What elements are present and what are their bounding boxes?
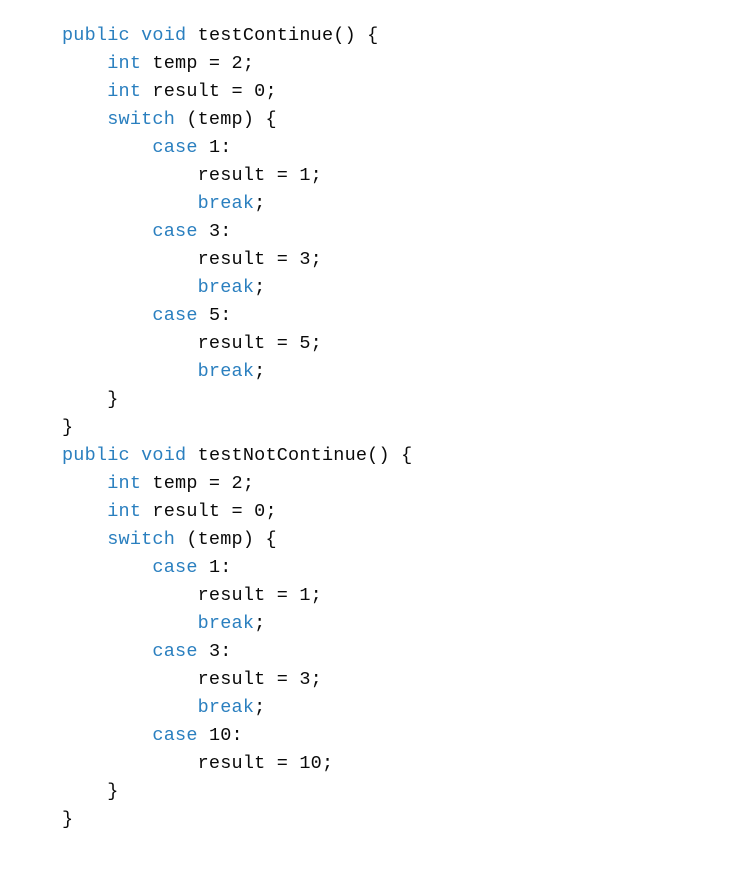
code-token [62,529,107,550]
code-token [62,725,152,746]
keyword-token: int [107,53,141,74]
code-token [62,361,198,382]
code-token [62,193,198,214]
keyword-token: case [152,557,197,578]
keyword-token: void [141,25,186,46]
code-token [62,109,107,130]
code-token: ; [254,697,265,718]
code-token [62,137,152,158]
code-token: result = 5; [62,333,322,354]
code-token: ; [254,613,265,634]
code-token: } [62,417,73,438]
code-token [62,641,152,662]
code-token [62,473,107,494]
keyword-token: break [198,277,255,298]
keyword-token: case [152,137,197,158]
keyword-token: case [152,725,197,746]
keyword-token: void [141,445,186,466]
code-token [62,277,198,298]
keyword-token: break [198,193,255,214]
code-token: testContinue() { [186,25,378,46]
code-token [62,221,152,242]
code-token [130,25,141,46]
code-token: result = 0; [141,81,277,102]
keyword-token: int [107,81,141,102]
code-token: 1: [198,557,232,578]
code-token [62,613,198,634]
code-token: result = 3; [62,669,322,690]
code-token [130,445,141,466]
keyword-token: break [198,613,255,634]
keyword-token: break [198,361,255,382]
code-token: result = 1; [62,585,322,606]
code-token: temp = 2; [141,473,254,494]
code-token: 1: [198,137,232,158]
keyword-token: break [198,697,255,718]
code-token: 10: [198,725,243,746]
code-token: 3: [198,221,232,242]
code-token: ; [254,361,265,382]
code-token: result = 0; [141,501,277,522]
code-token [62,81,107,102]
code-token: } [62,389,119,410]
code-token: result = 1; [62,165,322,186]
code-token [62,697,198,718]
keyword-token: switch [107,529,175,550]
keyword-token: public [62,25,130,46]
code-token: result = 10; [62,753,333,774]
code-token: } [62,809,73,830]
code-token: ; [254,277,265,298]
keyword-token: int [107,473,141,494]
code-token [62,501,107,522]
code-token: (temp) { [175,529,277,550]
code-token [62,305,152,326]
keyword-token: case [152,221,197,242]
keyword-token: case [152,641,197,662]
code-token: ; [254,193,265,214]
code-block: public void testContinue() { int temp = … [62,22,750,834]
code-token: } [62,781,119,802]
code-token [62,53,107,74]
keyword-token: int [107,501,141,522]
code-token: (temp) { [175,109,277,130]
code-token: 5: [198,305,232,326]
code-token: result = 3; [62,249,322,270]
keyword-token: public [62,445,130,466]
code-token: testNotContinue() { [186,445,412,466]
keyword-token: case [152,305,197,326]
code-token: temp = 2; [141,53,254,74]
code-token [62,557,152,578]
code-token: 3: [198,641,232,662]
keyword-token: switch [107,109,175,130]
